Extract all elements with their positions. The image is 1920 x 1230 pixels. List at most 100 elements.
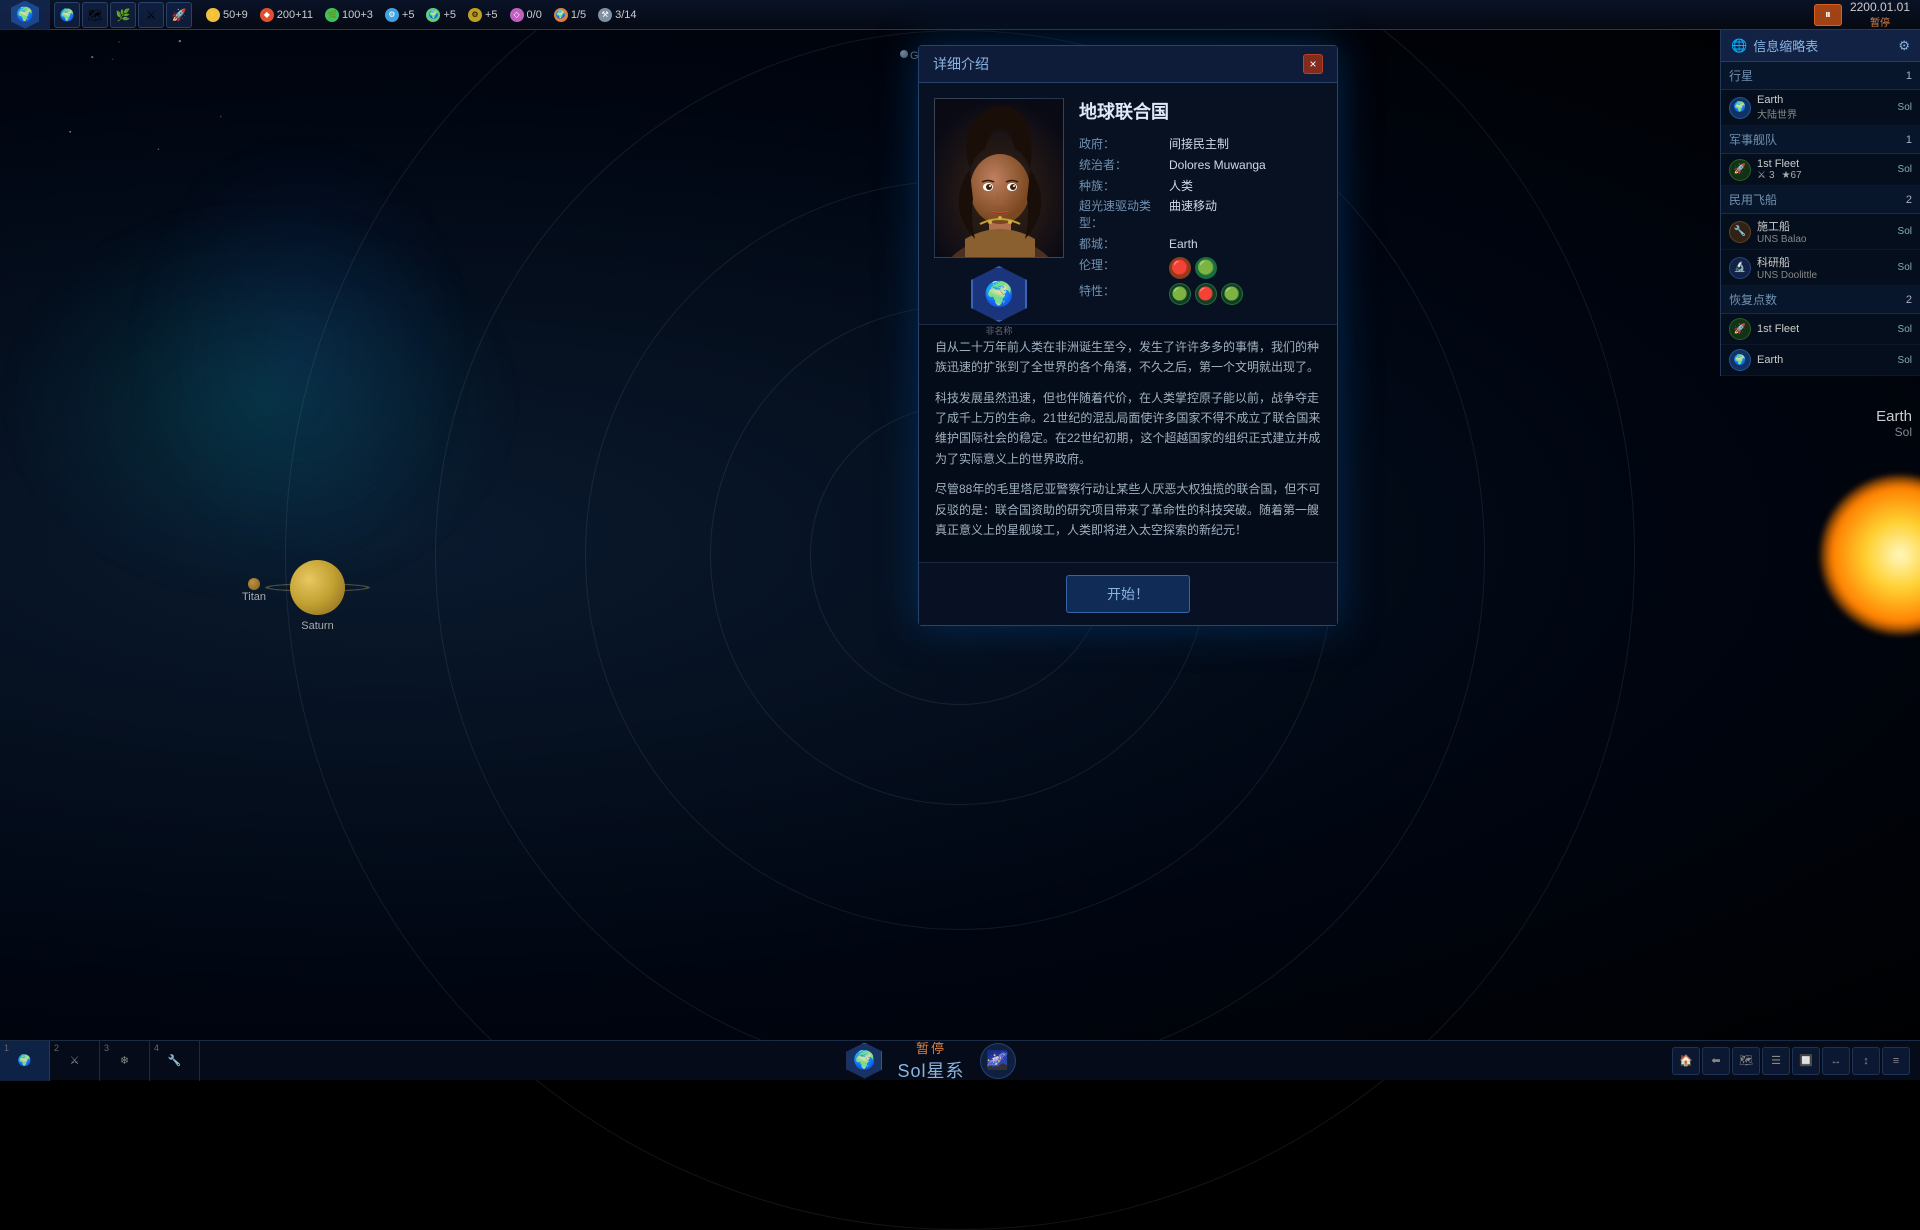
resource-minerals: ◆ 200+11	[260, 8, 313, 22]
fleet-name: 1st Fleet	[1757, 158, 1802, 170]
saturn-container[interactable]: Saturn	[290, 560, 345, 615]
food-icon: 🌿	[325, 8, 339, 22]
engineering-value: +5	[485, 9, 498, 21]
ethics-icon-1: 🔴	[1169, 257, 1191, 279]
top-right-controls: ⏸ 2200.01.01 暂停	[1804, 0, 1920, 29]
info-item-doolittle[interactable]: 🔬 科研船 UNS Doolittle Sol	[1721, 250, 1920, 286]
traits-label: 特性：	[1079, 283, 1169, 305]
section-planets-header: 行星 1	[1721, 62, 1920, 90]
info-item-rally-earth[interactable]: 🌍 Earth Sol	[1721, 345, 1920, 376]
portrait-svg	[935, 99, 1064, 258]
sun	[1820, 475, 1920, 635]
info-item-balao[interactable]: 🔧 施工船 UNS Balao Sol	[1721, 214, 1920, 250]
section-civilian-label: 民用飞船	[1729, 191, 1777, 208]
section-civilian-count: 2	[1906, 194, 1912, 206]
ctrl-view1[interactable]: 🔲	[1792, 1047, 1820, 1075]
icon-btn-3[interactable]: 🌿	[110, 2, 136, 28]
settings-icon[interactable]: ⚙	[1898, 38, 1910, 54]
titan-planet[interactable]	[248, 578, 260, 590]
doolittle-location: Sol	[1898, 262, 1912, 273]
traits-icons-row: 🟢 🔴 🟢	[1169, 283, 1243, 305]
ctrl-view3[interactable]: ↕	[1852, 1047, 1880, 1075]
titan-label: Titan	[242, 591, 266, 603]
galaxy-view-button[interactable]: 🌌	[980, 1043, 1016, 1079]
ctrl-view2[interactable]: ↔	[1822, 1047, 1850, 1075]
icon-btn-1[interactable]: 🌍	[54, 2, 80, 28]
influence-icon: ◇	[510, 8, 524, 22]
bottom-right-controls: 🏠 ⬅ 🗺 ☰ 🔲 ↔ ↕ ≡	[1662, 1047, 1920, 1075]
modal-close-button[interactable]: ×	[1303, 54, 1323, 74]
unity-value: 1/5	[571, 9, 586, 21]
system-display: 🌍 暂停 Sol星系 🌌	[200, 1038, 1662, 1083]
saturn-planet[interactable]	[290, 560, 345, 615]
start-game-button[interactable]: 开始！	[1066, 575, 1190, 613]
empire-icon-area[interactable]: 🌍	[0, 0, 50, 30]
tab-4-icon: 🔧	[168, 1054, 182, 1067]
resource-food: 🌿 100+3	[325, 8, 373, 22]
section-fleet-label: 军事舰队	[1729, 131, 1777, 148]
resource-energy: ⚡ 50+9	[206, 8, 248, 22]
icon-btn-2[interactable]: 🗺	[82, 2, 108, 28]
empire-hex[interactable]: 🌍	[11, 1, 39, 29]
bottom-tab-1[interactable]: 1 🌍	[0, 1041, 50, 1081]
modal-title: 详细介绍	[933, 54, 989, 74]
bottom-tab-2[interactable]: 2 ⚔	[50, 1041, 100, 1081]
society-icon: 🌍	[426, 8, 440, 22]
civilization-emblem: 🌍	[971, 266, 1027, 322]
lore-panel: 自从二十万年前人类在非洲诞生至今，发生了许许多多的事情，我们的种族迅速的扩张到了…	[919, 324, 1337, 563]
pause-button[interactable]: ⏸	[1814, 4, 1842, 26]
stat-government: 政府： 间接民主制	[1079, 136, 1322, 153]
balao-type: 施工船	[1757, 218, 1806, 234]
icon-btn-4[interactable]: ⚔	[138, 2, 164, 28]
minerals-icon: ◆	[260, 8, 274, 22]
doolittle-item-left: 🔬 科研船 UNS Doolittle	[1729, 254, 1817, 281]
bottom-bar: 1 🌍 2 ⚔ 3 ❄ 4 🔧 🌍 暂停 Sol星系 🌌 🏠 ⬅ 🗺 ☰ 🔲 ↔…	[0, 1040, 1920, 1080]
date-display: 2200.01.01 暂停	[1850, 0, 1910, 29]
info-item-fleet[interactable]: 🚀 1st Fleet ⚔3 ★67 Sol	[1721, 154, 1920, 186]
section-planets-label: 行星	[1729, 67, 1753, 84]
rally-earth-left: 🌍 Earth	[1729, 349, 1783, 371]
paused-status: 暂停	[1850, 14, 1910, 29]
ruler-value: Dolores Muwanga	[1169, 157, 1266, 174]
earth-info: Earth 大陆世界	[1757, 94, 1797, 121]
stat-ruler: 统治者： Dolores Muwanga	[1079, 157, 1322, 174]
ctrl-minimap[interactable]: 🗺	[1732, 1047, 1760, 1075]
energy-icon: ⚡	[206, 8, 220, 22]
emblem-label: 非名称	[985, 324, 1012, 337]
government-label: 政府：	[1079, 136, 1169, 153]
trait-icon-3: 🟢	[1221, 283, 1243, 305]
lore-paragraph-1: 自从二十万年前人类在非洲诞生至今，发生了许许多多的事情，我们的种族迅速的扩张到了…	[935, 337, 1321, 378]
earth-sol-line2: Sol	[1728, 425, 1912, 439]
ethics-label: 伦理：	[1079, 257, 1169, 279]
resources-bar: ⚡ 50+9 ◆ 200+11 🌿 100+3 ⚙ +5 🌍 +5 ⚙ +5 ◇…	[196, 8, 1804, 22]
ganymede-container[interactable]: Ganymede	[900, 50, 908, 58]
society-value: +5	[443, 9, 456, 21]
info-item-earth[interactable]: 🌍 Earth 大陆世界 Sol	[1721, 90, 1920, 126]
ganymede-moon[interactable]	[900, 50, 908, 58]
ctrl-expand[interactable]: ☰	[1762, 1047, 1790, 1075]
titan-container[interactable]: Titan	[248, 578, 260, 590]
fleet-icon: 🚀	[1729, 159, 1751, 181]
stat-capital: 都城： Earth	[1079, 236, 1322, 253]
trait-icon-2: 🔴	[1195, 283, 1217, 305]
system-name-area: 暂停 Sol星系	[897, 1038, 964, 1083]
system-hex-icon[interactable]: 🌍	[846, 1043, 882, 1079]
saturn-label: Saturn	[301, 620, 333, 632]
system-name-label: Sol星系	[897, 1057, 964, 1083]
info-item-rally-fleet[interactable]: 🚀 1st Fleet Sol	[1721, 314, 1920, 345]
civilization-panel: 🌍 非名称 地球联合国 政府： 间接民主制 统治者： Dolores Muwan…	[919, 83, 1337, 324]
info-panel: 🌐 信息缩略表 ⚙ 行星 1 🌍 Earth 大陆世界 Sol 军事舰队 1 🚀…	[1720, 30, 1920, 376]
portrait-image	[934, 98, 1064, 258]
doolittle-name: UNS Doolittle	[1757, 270, 1817, 281]
ctrl-menu[interactable]: ≡	[1882, 1047, 1910, 1075]
icon-btn-5[interactable]: 🚀	[166, 2, 192, 28]
resource-society: 🌍 +5	[426, 8, 456, 22]
physics-value: +5	[402, 9, 415, 21]
resource-physics: ⚙ +5	[385, 8, 415, 22]
bottom-tab-4[interactable]: 4 🔧	[150, 1041, 200, 1081]
tab-3-icon: ❄	[120, 1054, 129, 1067]
ctrl-back[interactable]: ⬅	[1702, 1047, 1730, 1075]
resource-unity: 🌍 1/5	[554, 8, 586, 22]
ctrl-home[interactable]: 🏠	[1672, 1047, 1700, 1075]
bottom-tab-3[interactable]: 3 ❄	[100, 1041, 150, 1081]
